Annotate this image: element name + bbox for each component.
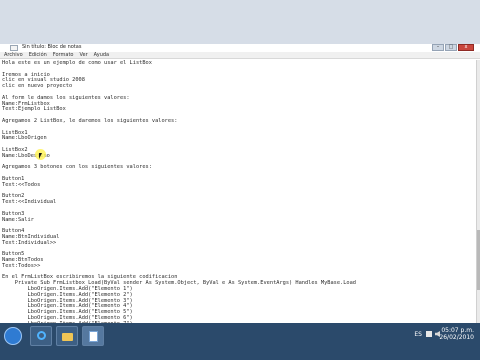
caption-buttons: – □ x xyxy=(432,44,474,51)
close-button[interactable]: x xyxy=(458,44,474,51)
taskbar-app-explorer[interactable] xyxy=(56,326,78,346)
editor-lines: Hola este es un ejemplo de como usar el … xyxy=(2,60,356,357)
action-center-icon[interactable] xyxy=(426,331,432,337)
maximize-button[interactable]: □ xyxy=(445,44,457,51)
text-editor-area[interactable]: Hola este es un ejemplo de como usar el … xyxy=(0,60,476,356)
menu-item-ayuda[interactable]: Ayuda xyxy=(94,52,109,58)
menu-item-formato[interactable]: Formato xyxy=(53,52,74,58)
clock-time: 05:07 p.m. xyxy=(441,327,474,334)
minimize-button[interactable]: – xyxy=(432,44,444,51)
window-title: Sin título: Bloc de notas xyxy=(22,44,82,50)
start-button[interactable] xyxy=(4,327,22,345)
window-titlebar[interactable] xyxy=(0,0,480,44)
menu-item-ver[interactable]: Ver xyxy=(79,52,87,58)
taskbar-app-internet-explorer[interactable] xyxy=(30,326,52,346)
folder-icon xyxy=(62,333,73,341)
taskbar-app-notepad[interactable] xyxy=(82,326,104,346)
notepad-app-icon xyxy=(10,45,18,51)
clock-date: 26/02/2010 xyxy=(439,334,474,341)
menu-bar: Archivo Edición Formato Ver Ayuda xyxy=(0,52,480,59)
vertical-scrollbar[interactable] xyxy=(476,60,480,323)
cursor-arrow-icon xyxy=(39,153,42,159)
language-indicator[interactable]: ES xyxy=(414,331,422,338)
internet-explorer-icon xyxy=(37,331,46,340)
notepad-icon xyxy=(89,331,98,342)
menu-item-edicion[interactable]: Edición xyxy=(29,52,47,58)
system-clock[interactable]: 05:07 p.m. 26/02/2010 xyxy=(439,327,474,341)
menu-item-archivo[interactable]: Archivo xyxy=(4,52,23,58)
